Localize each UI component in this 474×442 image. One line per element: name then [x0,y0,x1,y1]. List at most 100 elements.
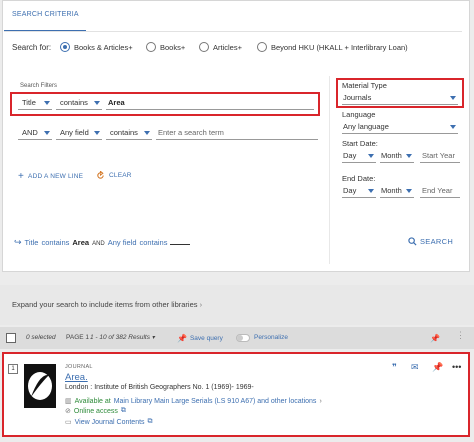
pin-icon[interactable]: 📌 [432,362,443,373]
radio-icon[interactable] [257,42,267,52]
page-indicator: PAGE 1 [66,334,90,341]
language-select[interactable]: Any language [342,122,458,134]
personalize-toggle[interactable] [236,334,250,342]
arrow-right-icon: ↪ [14,237,22,247]
summary-boolean: AND [92,241,105,247]
contents-icon: ▭ [65,419,72,426]
summary-operator1: contains [41,238,70,247]
availability-status: Available at [74,397,111,405]
row2-search-input[interactable]: Enter a search term [156,128,318,140]
scope-label: Books+ [160,42,186,52]
radio-selected-icon[interactable] [60,42,70,52]
start-month-select[interactable]: Month [380,151,414,163]
material-type-label: Material Type [342,81,387,90]
radio-icon[interactable] [199,42,209,52]
pin-icon[interactable]: 📌 [430,334,440,343]
add-new-line-button[interactable]: + ADD A NEW LINE [18,171,83,182]
row2-field-select[interactable]: Any field [56,128,102,140]
external-link-icon: ⧉ [120,407,126,414]
chevron-down-icon [406,154,412,158]
query-summary: ↪ Title contains Area AND Any field cont… [14,237,191,248]
scope-books[interactable]: Books+ [146,42,185,52]
chevron-down-icon [450,96,456,100]
search-button-label: SEARCH [420,237,454,246]
chevron-down-icon [94,131,100,135]
chevron-down-icon: ▾ [151,335,155,341]
availability-location: Main Library Main Large Serials (LS 910 … [113,397,317,405]
row1-operator-value: contains [60,98,88,107]
scope-articles[interactable]: Articles+ [199,42,242,52]
chevron-down-icon [94,101,100,105]
summary-field1: Title [24,238,39,247]
summary-field2: Any field [107,238,137,247]
end-month-select[interactable]: Month [380,186,414,198]
chevron-down-icon [368,154,374,158]
row1-field-value: Title [22,98,36,107]
chevron-down-icon [144,131,150,135]
chevron-down-icon [368,189,374,193]
end-month-value: Month [381,186,402,195]
clear-button[interactable]: CLEAR [96,171,132,180]
selected-count: 0 selected [26,334,56,341]
expand-search-label: Expand your search to include items from… [12,300,198,309]
more-options-icon[interactable]: ••• [452,362,461,372]
plus-icon: + [18,171,25,182]
link-icon: ⊘ [65,408,71,415]
email-icon[interactable]: ✉ [411,362,419,373]
start-date-label: Start Date: [342,139,378,148]
tab-divider [4,31,462,32]
material-type-select[interactable]: Journals [342,93,458,105]
row1-search-input[interactable]: Area [106,98,314,110]
search-button[interactable]: SEARCH [408,237,453,246]
citation-icon[interactable]: ❞ [392,362,397,373]
expand-search-link[interactable]: Expand your search to include items from… [12,300,202,309]
refresh-icon [97,171,104,179]
chevron-right-icon: › [199,300,203,309]
row2-field-value: Any field [60,128,89,137]
end-date-label: End Date: [342,174,376,183]
chevron-down-icon [406,189,412,193]
row1-field-select[interactable]: Title [18,98,52,110]
row2-boolean-value: AND [22,128,38,137]
chevron-down-icon [44,101,50,105]
view-contents-link[interactable]: ▭ View Journal Contents ⧉ [65,418,153,426]
result-type: JOURNAL [65,364,93,370]
journal-cover-image [28,372,52,400]
library-icon: ▥ [65,398,72,405]
save-query-button[interactable]: 📌 Save query [177,334,223,343]
row2-boolean-select[interactable]: AND [18,128,52,140]
chevron-right-icon: › [319,397,322,405]
start-day-select[interactable]: Day [342,151,376,163]
external-link-icon: ⧉ [147,418,153,425]
chevron-down-icon [450,125,456,129]
scope-label: Books & Articles+ [74,42,133,52]
online-access-label: Online access [73,407,118,415]
end-year-input[interactable]: End Year [420,186,460,198]
language-label: Language [342,110,376,119]
summary-value1: Area [72,238,90,247]
row1-operator-select[interactable]: contains [56,98,102,110]
radio-icon[interactable] [146,42,156,52]
results-count-select[interactable]: 1 - 10 of 382 Results ▾ [90,334,155,341]
view-contents-label: View Journal Contents [74,418,145,426]
chevron-down-icon [44,131,50,135]
search-for-label: Search for: [12,43,52,52]
end-day-select[interactable]: Day [342,186,376,198]
result-title-link[interactable]: Area. [65,372,88,383]
scope-beyond-hku[interactable]: Beyond HKU (HKALL + Interlibrary Loan) [257,42,408,52]
start-year-input[interactable]: Start Year [420,151,460,163]
add-line-label: ADD A NEW LINE [28,173,84,180]
row2-operator-select[interactable]: contains [106,128,152,140]
availability-line[interactable]: ▥ Available at Main Library Main Large S… [65,397,322,406]
save-query-label: Save query [189,335,223,342]
more-options-icon[interactable]: ⋮ [456,330,465,341]
tab-search-criteria[interactable]: SEARCH CRITERIA [12,0,79,26]
clear-label: CLEAR [109,172,132,179]
end-day-value: Day [343,186,357,195]
scope-books-articles[interactable]: Books & Articles+ [60,42,133,52]
start-day-value: Day [343,151,357,160]
select-all-checkbox[interactable] [6,333,16,343]
scope-label: Beyond HKU (HKALL + Interlibrary Loan) [271,42,408,52]
material-type-value: Journals [343,93,372,102]
online-access-link[interactable]: ⊘ Online access ⧉ [65,407,126,415]
